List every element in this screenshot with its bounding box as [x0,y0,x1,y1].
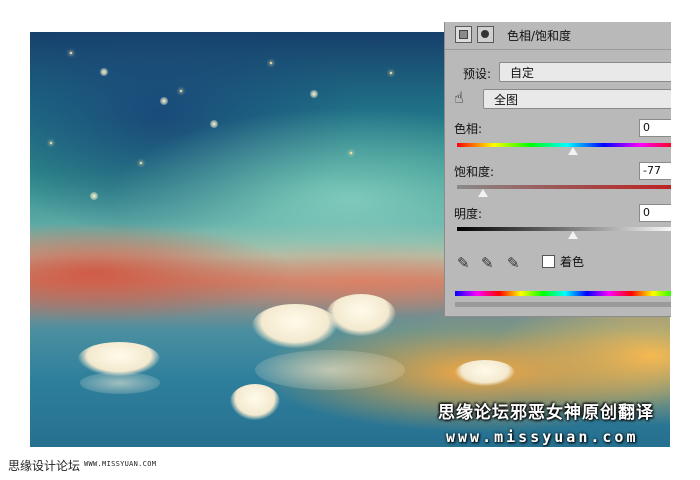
site-name: 思缘设计论坛 [8,459,81,473]
hand-target-icon[interactable]: ☝ [454,88,474,108]
saturation-label: 饱和度: [454,165,495,179]
lightness-slider-thumb[interactable] [567,230,579,240]
colorize-label: 着色 [560,255,585,269]
star-glow [90,192,98,200]
star [70,52,72,54]
hue-input[interactable]: 0 [639,119,671,137]
source-color-bar [455,291,671,296]
adjustment-layer-icon[interactable] [455,26,472,43]
star [390,72,392,74]
star-glow [210,120,218,128]
eyedropper-plus-icon[interactable]: ✎ [481,254,499,272]
result-color-bar [455,302,671,307]
hue-slider-thumb[interactable] [567,146,579,156]
colorize-checkbox[interactable] [542,255,555,268]
saturation-input[interactable]: -77 [639,162,671,180]
saturation-slider-track[interactable] [457,185,671,189]
hue-slider-track[interactable] [457,143,671,147]
star [270,62,272,64]
divider [445,49,671,50]
star [180,90,182,92]
cloud [326,294,396,336]
panel-title: 色相/饱和度 [507,29,572,43]
cloud [230,384,280,420]
preset-label: 预设: [463,67,492,81]
star [350,152,352,154]
mask-icon[interactable] [477,26,494,43]
watermark-url: www.missyuan.com [446,428,639,446]
cloud [455,360,515,386]
star-glow [100,68,108,76]
eyedropper-icon[interactable]: ✎ [457,254,475,272]
cloud [252,304,338,348]
cloud-reflection [255,350,405,390]
cloud [78,342,160,376]
site-url[interactable]: WWW.MISSYUAN.COM [84,460,156,468]
hue-saturation-panel: 色相/饱和度 预设: 自定 ☝ 全图 色相: 0 饱和度: -77 明度: 0 … [444,22,671,317]
channel-dropdown[interactable]: 全图 [483,89,671,109]
hue-label: 色相: [454,122,483,136]
lightness-input[interactable]: 0 [639,204,671,222]
star-glow [160,97,168,105]
star [50,142,52,144]
eyedropper-minus-icon[interactable]: ✎ [507,254,525,272]
star [140,162,142,164]
preset-dropdown[interactable]: 自定 [499,62,671,82]
watermark-title: 思缘论坛邪恶女神原创翻译 [438,403,654,423]
saturation-slider-thumb[interactable] [477,188,489,198]
lightness-label: 明度: [454,207,483,221]
star-glow [310,90,318,98]
cloud-reflection [80,372,160,394]
lightness-slider-track[interactable] [457,227,671,231]
